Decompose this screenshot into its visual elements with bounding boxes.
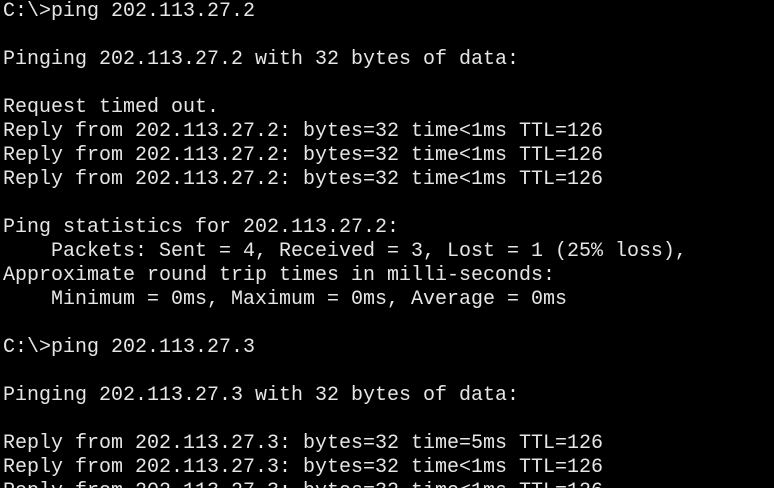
console-line: Reply from 202.113.27.2: bytes=32 time<1… (3, 168, 603, 191)
console-line: Reply from 202.113.27.3: bytes=32 time=5… (3, 432, 603, 455)
command-prompt-console[interactable]: C:\>ping 202.113.27.2 Pinging 202.113.27… (0, 0, 774, 488)
console-line: Reply from 202.113.27.3: bytes=32 time<1… (3, 480, 603, 488)
console-line: C:\>ping 202.113.27.3 (3, 336, 255, 359)
console-line: Packets: Sent = 4, Received = 3, Lost = … (3, 240, 687, 263)
console-line: Reply from 202.113.27.2: bytes=32 time<1… (3, 120, 603, 143)
console-line: Reply from 202.113.27.3: bytes=32 time<1… (3, 456, 603, 479)
console-line: Request timed out. (3, 96, 219, 119)
console-line: C:\>ping 202.113.27.2 (3, 0, 255, 23)
console-line: Ping statistics for 202.113.27.2: (3, 216, 399, 239)
console-line: Pinging 202.113.27.3 with 32 bytes of da… (3, 384, 519, 407)
console-line: Reply from 202.113.27.2: bytes=32 time<1… (3, 144, 603, 167)
console-line: Approximate round trip times in milli-se… (3, 264, 555, 287)
console-line: Pinging 202.113.27.2 with 32 bytes of da… (3, 48, 519, 71)
console-line: Minimum = 0ms, Maximum = 0ms, Average = … (3, 288, 567, 311)
